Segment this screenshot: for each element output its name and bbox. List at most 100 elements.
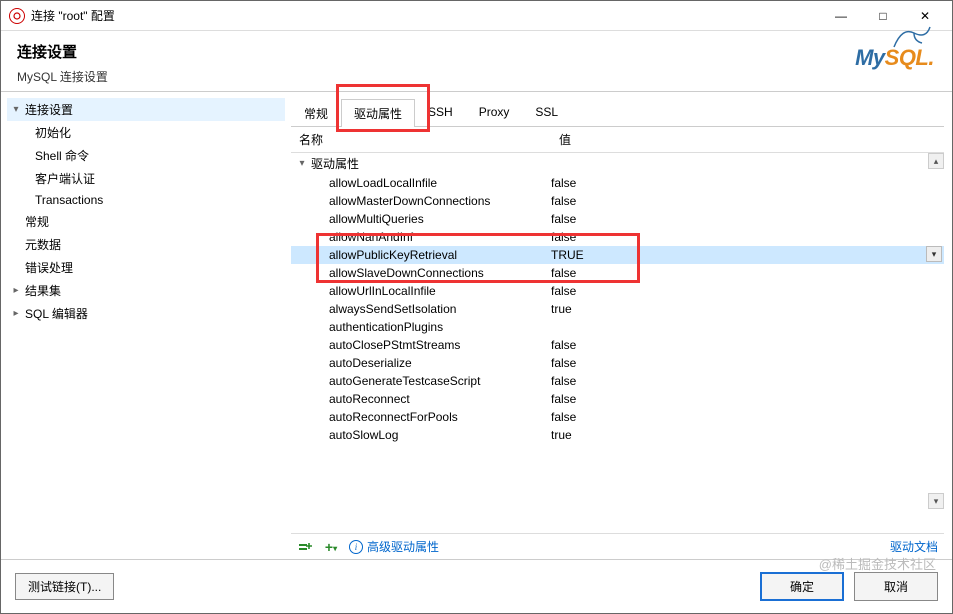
cancel-button[interactable]: 取消: [854, 572, 938, 601]
page-subtitle: MySQL 连接设置: [17, 68, 936, 85]
sidebar-item[interactable]: ▸结果集: [7, 279, 285, 302]
property-name: allowMultiQueries: [295, 212, 551, 226]
sidebar-item[interactable]: 错误处理: [7, 256, 285, 279]
property-row[interactable]: allowMasterDownConnectionsfalse: [291, 192, 944, 210]
minimize-button[interactable]: —: [826, 6, 856, 26]
property-name: allowPublicKeyRetrieval: [295, 248, 551, 262]
sidebar-item[interactable]: ▾连接设置: [7, 98, 285, 121]
property-row[interactable]: autoSlowLogtrue: [291, 426, 944, 444]
property-row[interactable]: autoReconnectfalse: [291, 390, 944, 408]
sidebar-item[interactable]: Shell 命令: [7, 144, 285, 167]
property-row[interactable]: allowMultiQueriesfalse: [291, 210, 944, 228]
driver-doc-link[interactable]: 驱动文档: [890, 538, 938, 555]
tab-bar: 常规驱动属性SSHProxySSL: [291, 98, 944, 127]
scroll-up-icon[interactable]: ▴: [928, 153, 944, 169]
col-header-name[interactable]: 名称: [291, 127, 551, 152]
grid-toolbar: +▾ i 高级驱动属性 驱动文档: [291, 533, 944, 559]
property-name: allowSlaveDownConnections: [295, 266, 551, 280]
property-row[interactable]: autoDeserializefalse: [291, 354, 944, 372]
property-value[interactable]: false: [551, 230, 940, 244]
property-row[interactable]: allowSlaveDownConnectionsfalse: [291, 264, 944, 282]
window-title: 连接 "root" 配置: [31, 7, 826, 24]
sidebar-item[interactable]: 元数据: [7, 233, 285, 256]
col-header-value[interactable]: 值: [551, 127, 944, 152]
property-name: autoSlowLog: [295, 428, 551, 442]
property-value[interactable]: false: [551, 338, 940, 352]
property-value[interactable]: false: [551, 410, 940, 424]
test-connection-button[interactable]: 测试链接(T)...: [15, 573, 114, 600]
property-group[interactable]: ▾ 驱动属性: [291, 153, 944, 174]
property-name: autoReconnectForPools: [295, 410, 551, 424]
property-value[interactable]: false: [551, 392, 940, 406]
logo-text-my: My: [855, 45, 885, 70]
tab[interactable]: SSL: [522, 99, 571, 127]
page-title: 连接设置: [17, 41, 936, 62]
info-icon: i: [349, 540, 363, 554]
property-value[interactable]: TRUE: [551, 248, 940, 262]
property-value[interactable]: false: [551, 266, 940, 280]
sidebar-item-label: SQL 编辑器: [25, 305, 88, 322]
property-row[interactable]: allowNanAndInffalse: [291, 228, 944, 246]
sidebar-item-label: 连接设置: [25, 101, 73, 118]
sidebar-item[interactable]: 常规: [7, 210, 285, 233]
ok-button[interactable]: 确定: [760, 572, 844, 601]
property-name: allowLoadLocalInfile: [295, 176, 551, 190]
tab[interactable]: 常规: [291, 99, 341, 127]
sidebar: ▾连接设置初始化 Shell 命令客户端认证 Transactions 常规 元数据…: [1, 92, 291, 559]
property-name: autoDeserialize: [295, 356, 551, 370]
dialog-window: 连接 "root" 配置 — □ ✕ 连接设置 MySQL 连接设置 MySQL…: [0, 0, 953, 614]
sidebar-item[interactable]: ▸SQL 编辑器: [7, 302, 285, 325]
titlebar: 连接 "root" 配置 — □ ✕: [1, 1, 952, 31]
property-row[interactable]: autoReconnectForPoolsfalse: [291, 408, 944, 426]
sidebar-item[interactable]: 初始化: [7, 121, 285, 144]
sidebar-item-label: 客户端认证: [35, 170, 95, 187]
property-name: allowUrlInLocalInfile: [295, 284, 551, 298]
property-name: allowNanAndInf: [295, 230, 551, 244]
property-value[interactable]: false: [551, 176, 940, 190]
sidebar-item-label: 结果集: [25, 282, 61, 299]
add-property-icon[interactable]: [297, 539, 313, 555]
property-row[interactable]: autoGenerateTestcaseScriptfalse: [291, 372, 944, 390]
scroll-down-icon[interactable]: ▾: [928, 493, 944, 509]
add-row-icon[interactable]: +▾: [323, 539, 339, 555]
property-grid[interactable]: ▾ 驱动属性 allowLoadLocalInfilefalseallowMas…: [291, 153, 944, 533]
advanced-label: 高级驱动属性: [367, 538, 439, 555]
sidebar-item[interactable]: 客户端认证: [7, 167, 285, 190]
chevron-down-icon[interactable]: ▾: [9, 104, 23, 115]
chevron-right-icon[interactable]: ▸: [9, 308, 23, 319]
property-value[interactable]: false: [551, 284, 940, 298]
footer: 测试链接(T)... 确定 取消: [1, 559, 952, 613]
property-value[interactable]: true: [551, 302, 940, 316]
mysql-logo: MySQL.: [855, 45, 934, 71]
property-name: autoReconnect: [295, 392, 551, 406]
property-row[interactable]: alwaysSendSetIsolationtrue: [291, 300, 944, 318]
property-name: alwaysSendSetIsolation: [295, 302, 551, 316]
group-label: 驱动属性: [311, 155, 359, 172]
body: ▾连接设置初始化Shell 命令客户端认证Transactions 常规 元数据…: [1, 91, 952, 559]
property-value[interactable]: false: [551, 374, 940, 388]
property-value[interactable]: false: [551, 194, 940, 208]
sidebar-item-label: Transactions: [35, 193, 103, 207]
property-value[interactable]: true: [551, 428, 940, 442]
chevron-right-icon[interactable]: ▸: [9, 285, 23, 296]
main-panel: 常规驱动属性SSHProxySSL 名称 值 ▾ 驱动属性 allowLoadL…: [291, 92, 952, 559]
property-name: autoClosePStmtStreams: [295, 338, 551, 352]
property-value[interactable]: false: [551, 212, 940, 226]
sidebar-item-label: 初始化: [35, 124, 71, 141]
tab[interactable]: Proxy: [466, 99, 523, 127]
chevron-down-icon[interactable]: ▾: [295, 158, 309, 169]
header: 连接设置 MySQL 连接设置 MySQL.: [1, 31, 952, 91]
tab[interactable]: SSH: [415, 99, 466, 127]
sidebar-item-label: 元数据: [25, 236, 61, 253]
property-value[interactable]: false: [551, 356, 940, 370]
scrollbar[interactable]: ▴ ▾: [928, 153, 944, 533]
property-row[interactable]: allowPublicKeyRetrievalTRUE▾: [291, 246, 944, 264]
advanced-link[interactable]: i 高级驱动属性: [349, 538, 439, 555]
tab[interactable]: 驱动属性: [341, 99, 415, 127]
property-row[interactable]: autoClosePStmtStreamsfalse: [291, 336, 944, 354]
property-row[interactable]: allowLoadLocalInfilefalse: [291, 174, 944, 192]
sidebar-item-label: 错误处理: [25, 259, 73, 276]
property-row[interactable]: authenticationPlugins: [291, 318, 944, 336]
sidebar-item[interactable]: Transactions: [7, 190, 285, 210]
property-row[interactable]: allowUrlInLocalInfilefalse: [291, 282, 944, 300]
